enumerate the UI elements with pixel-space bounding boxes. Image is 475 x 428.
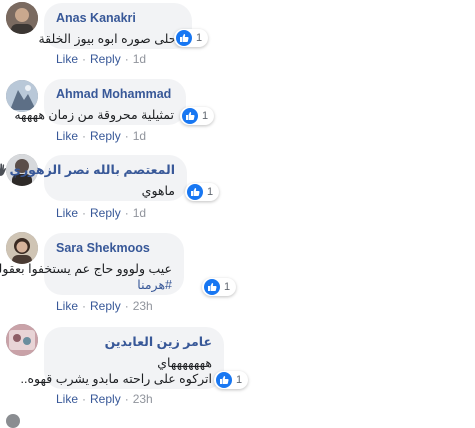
like-icon (187, 184, 203, 200)
comment-bubble: Sara Shekmoos عيب ولووو حاج عم يستخفوا ب… (0, 233, 184, 295)
comment-text: هههههههاي (157, 356, 212, 370)
reaction-number: 1 (207, 186, 214, 198)
comment-text: عيب ولووو حاج عم يستخفوا بعقولنا (0, 262, 172, 276)
reaction-number: 1 (202, 110, 209, 122)
comment-author[interactable]: المعتصم بالله نصر الزهوري (0, 162, 175, 178)
comment-actions: Like · Reply · 1d (56, 52, 146, 66)
separator-dot: · (82, 206, 87, 220)
separator-dot: · (82, 129, 87, 143)
comment-hashtag-line: #هرمنا (56, 277, 172, 293)
separator-dot: · (124, 129, 129, 143)
comment: Ahmad Mohammad تمثيلية محروقة من زمان هه… (0, 76, 475, 152)
comment-text: ماهوي (141, 184, 175, 198)
waving-hand-icon (0, 163, 7, 176)
timestamp[interactable]: 1d (133, 206, 146, 220)
separator-dot: · (82, 392, 87, 406)
like-link[interactable]: Like (56, 52, 78, 66)
reaction-number: 1 (236, 374, 243, 386)
reaction-number: 1 (224, 281, 231, 293)
timestamp[interactable]: 1d (133, 129, 146, 143)
like-link[interactable]: Like (56, 129, 78, 143)
reaction-count[interactable]: 1 (174, 29, 209, 47)
like-link[interactable]: Like (56, 299, 78, 313)
avatar[interactable] (6, 232, 38, 264)
comment-actions: Like · Reply · 1d (56, 206, 146, 220)
comment-actions: Like · Reply · 1d (56, 129, 146, 143)
comment-actions: Like · Reply · 23h (56, 299, 153, 313)
separator-dot: · (82, 299, 87, 313)
comment-bubble: عامر زين العابدين هههههههاي اتركوه على ر… (20, 327, 224, 389)
reaction-count[interactable]: 1 (185, 183, 220, 201)
comment-text: اتركوه على راحته مابدو يشرب قهوه.. (20, 372, 212, 386)
comment: Anas Kanakri احلى صوره ابوه بيوز الخلقة … (0, 0, 475, 76)
separator-dot: · (124, 52, 129, 66)
separator-dot: · (82, 52, 87, 66)
author-name[interactable]: المعتصم بالله نصر الزهوري (9, 163, 175, 177)
reaction-count[interactable]: 1 (180, 107, 215, 125)
comment-author[interactable]: Sara Shekmoos (56, 240, 172, 256)
comment-author[interactable]: عامر زين العابدين (56, 334, 212, 350)
like-link[interactable]: Like (56, 206, 78, 220)
avatar[interactable] (6, 414, 20, 428)
comment-text: احلى صوره ابوه بيوز الخلقة (38, 32, 180, 46)
comment: عامر زين العابدين هههههههاي اتركوه على ر… (0, 322, 475, 428)
reply-link[interactable]: Reply (90, 392, 121, 406)
comment-author[interactable]: Anas Kanakri (56, 10, 180, 26)
comment: Sara Shekmoos عيب ولووو حاج عم يستخفوا ب… (0, 230, 475, 322)
like-link[interactable]: Like (56, 392, 78, 406)
comment-actions: Like · Reply · 23h (56, 392, 153, 406)
avatar[interactable] (6, 324, 38, 356)
reaction-count[interactable]: 1 (214, 371, 249, 389)
hashtag-link[interactable]: #هرمنا (137, 278, 172, 292)
reaction-count[interactable]: 1 (202, 278, 237, 296)
comment: المعتصم بالله نصر الزهوري ماهوي 1 Like · R… (0, 152, 475, 230)
like-icon (182, 108, 198, 124)
reply-link[interactable]: Reply (90, 206, 121, 220)
comment-bubble: Anas Kanakri احلى صوره ابوه بيوز الخلقة (38, 3, 192, 49)
timestamp[interactable]: 23h (133, 392, 153, 406)
comment-bubble: Ahmad Mohammad تمثيلية محروقة من زمان هه… (14, 79, 186, 125)
avatar[interactable] (6, 2, 38, 34)
comment-bubble: المعتصم بالله نصر الزهوري ماهوي (0, 155, 187, 201)
comment-text: تمثيلية محروقة من زمان ههههه (14, 108, 174, 122)
separator-dot: · (124, 206, 129, 220)
like-icon (216, 372, 232, 388)
separator-dot: · (124, 299, 129, 313)
like-icon (204, 279, 220, 295)
reaction-number: 1 (196, 32, 203, 44)
reply-link[interactable]: Reply (90, 299, 121, 313)
separator-dot: · (124, 392, 129, 406)
timestamp[interactable]: 23h (133, 299, 153, 313)
reply-link[interactable]: Reply (90, 129, 121, 143)
timestamp[interactable]: 1d (133, 52, 146, 66)
like-icon (176, 30, 192, 46)
comment-author[interactable]: Ahmad Mohammad (56, 86, 174, 102)
reply-link[interactable]: Reply (90, 52, 121, 66)
